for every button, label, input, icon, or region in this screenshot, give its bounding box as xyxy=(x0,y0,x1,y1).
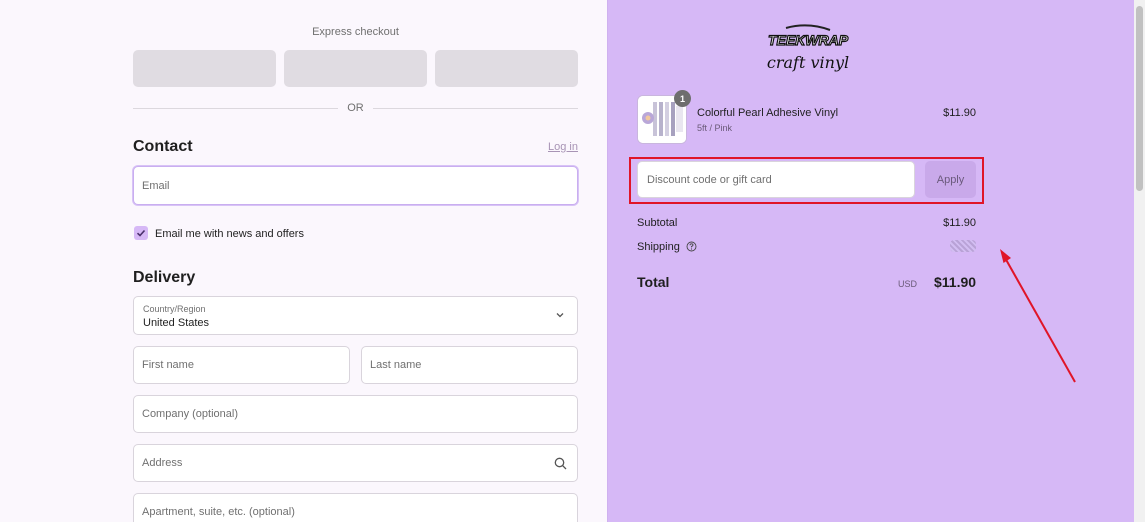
divider-line-right xyxy=(373,108,578,109)
express-pay-button-1[interactable] xyxy=(133,50,276,87)
express-pay-button-2[interactable] xyxy=(284,50,427,87)
scrollbar-thumb[interactable] xyxy=(1136,6,1143,191)
logo-wordmark: TEEKWRAP xyxy=(768,32,849,48)
help-circle-icon[interactable] xyxy=(686,241,697,252)
shipping-label: Shipping xyxy=(637,241,680,253)
total-label: Total xyxy=(637,274,670,290)
logo-tagline: craft vinyl xyxy=(767,53,849,72)
shipping-loading-placeholder xyxy=(950,240,976,252)
page-scrollbar[interactable] xyxy=(1134,0,1145,522)
address-field[interactable]: Address xyxy=(133,444,578,482)
country-value: United States xyxy=(143,317,210,329)
country-label: Country/Region xyxy=(143,304,206,314)
or-divider: OR xyxy=(133,102,578,114)
first-name-placeholder: First name xyxy=(142,359,194,371)
last-name-placeholder: Last name xyxy=(370,359,422,371)
first-name-field[interactable]: First name xyxy=(133,346,350,384)
email-placeholder: Email xyxy=(142,179,170,192)
apartment-field[interactable]: Apartment, suite, etc. (optional) xyxy=(133,493,578,522)
newsletter-checkbox[interactable] xyxy=(134,226,148,240)
product-name: Colorful Pearl Adhesive Vinyl xyxy=(697,107,839,119)
company-field[interactable]: Company (optional) xyxy=(133,395,578,433)
quantity-badge: 1 xyxy=(674,90,691,107)
express-checkout-title: Express checkout xyxy=(312,26,399,38)
checkout-form-panel: Express checkout OR Contact Log in Email… xyxy=(0,0,607,522)
delivery-heading: Delivery xyxy=(133,269,196,286)
shipping-row: Shipping xyxy=(637,241,697,253)
store-logo[interactable]: TEEKWRAP craft vinyl xyxy=(752,24,864,78)
newsletter-label: Email me with news and offers xyxy=(155,228,304,240)
apply-discount-button[interactable]: Apply xyxy=(925,161,976,198)
contact-heading: Contact xyxy=(133,138,193,155)
subtotal-value: $11.90 xyxy=(943,217,976,229)
company-placeholder: Company (optional) xyxy=(142,408,238,420)
total-currency: USD xyxy=(898,279,918,289)
discount-code-field[interactable]: Discount code or gift card xyxy=(637,161,915,198)
email-field[interactable]: Email xyxy=(133,166,578,205)
discount-placeholder: Discount code or gift card xyxy=(647,173,772,186)
order-summary-panel: TEEKWRAP craft vinyl 1 Colorful Pearl Ad… xyxy=(607,0,1134,522)
address-placeholder: Address xyxy=(142,457,183,469)
country-select[interactable]: Country/Region United States xyxy=(133,296,578,335)
product-price: $11.90 xyxy=(943,107,976,119)
express-pay-button-3[interactable] xyxy=(435,50,578,87)
subtotal-label: Subtotal xyxy=(637,217,678,229)
login-link[interactable]: Log in xyxy=(548,141,578,153)
search-icon xyxy=(554,457,567,470)
logo-swoosh xyxy=(785,24,831,31)
last-name-field[interactable]: Last name xyxy=(361,346,578,384)
chevron-down-icon xyxy=(556,313,564,318)
total-value: $11.90 xyxy=(934,274,977,290)
apartment-placeholder: Apartment, suite, etc. (optional) xyxy=(142,506,295,518)
check-icon xyxy=(136,229,146,237)
product-variant: 5ft / Pink xyxy=(697,123,733,133)
